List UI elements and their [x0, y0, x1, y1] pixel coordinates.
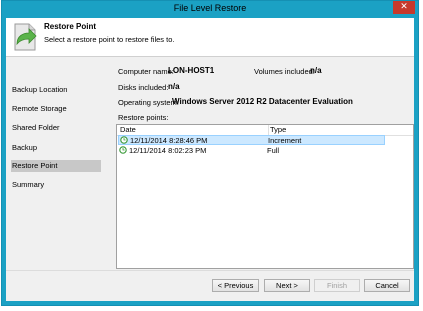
operating-system-label: Operating system: [118, 98, 179, 107]
restore-point-type: Full [267, 146, 280, 155]
nav-item-remote-storage[interactable]: Remote Storage [11, 103, 101, 115]
nav-item-backup-location[interactable]: Backup Location [11, 84, 101, 96]
window-title: File Level Restore [173, 3, 247, 13]
volumes-included-value: n/a [310, 66, 322, 75]
restore-points-list[interactable]: Date Type 12/11/2014 8:28:46 PM Incremen… [116, 124, 414, 269]
restore-point-date: 12/11/2014 8:28:46 PM [130, 136, 208, 145]
restore-point-panel: Computer name: LON-HOST1 Volumes include… [106, 57, 414, 271]
nav-item-label: Backup Location [12, 85, 68, 94]
table-row[interactable]: 12/11/2014 8:02:23 PM Full [118, 146, 385, 156]
wizard-header: Restore Point Select a restore point to … [6, 18, 414, 57]
column-header-type[interactable]: Type [267, 125, 380, 135]
file-level-restore-window: File Level Restore ✕ Restore Point Selec… [1, 0, 419, 306]
nav-item-label: Restore Point [12, 161, 58, 170]
cancel-button[interactable]: Cancel [364, 279, 410, 292]
wizard-footer: < Previous Next > Finish Cancel [6, 270, 414, 301]
restore-arrow-icon [14, 23, 37, 51]
date-cell: 12/11/2014 8:02:23 PM [119, 146, 206, 156]
volumes-included-label: Volumes included: [254, 67, 315, 76]
nav-item-label: Shared Folder [12, 123, 60, 132]
restore-point-clock-icon [119, 146, 127, 154]
nav-item-backup[interactable]: Backup [11, 142, 101, 154]
close-icon: ✕ [400, 2, 408, 12]
restore-point-type: Increment [268, 136, 302, 145]
dialog-client-area: Restore Point Select a restore point to … [6, 18, 414, 301]
date-cell: 12/11/2014 8:28:46 PM [120, 136, 207, 146]
column-header-date[interactable]: Date [117, 125, 269, 135]
wizard-step-subtitle: Select a restore point to restore files … [44, 35, 175, 44]
computer-name-value: LON-HOST1 [168, 66, 215, 75]
nav-item-label: Backup [12, 143, 38, 152]
wizard-step-title: Restore Point [44, 22, 97, 31]
nav-item-label: Remote Storage [12, 104, 67, 113]
restore-points-label: Restore points: [118, 113, 169, 122]
disks-included-value: n/a [168, 82, 180, 91]
nav-item-label: Summary [12, 180, 45, 189]
restore-point-clock-icon [120, 136, 128, 144]
disks-included-label: Disks included: [118, 83, 169, 92]
nav-item-summary[interactable]: Summary [11, 179, 101, 191]
previous-button[interactable]: < Previous [212, 279, 259, 292]
wizard-steps-nav: Backup Location Remote Storage Shared Fo… [6, 57, 102, 271]
operating-system-value: Windows Server 2012 R2 Datacenter Evalua… [172, 97, 353, 106]
nav-item-shared-folder[interactable]: Shared Folder [11, 122, 101, 134]
computer-name-label: Computer name: [118, 67, 174, 76]
table-row[interactable]: 12/11/2014 8:28:46 PM Increment [118, 135, 385, 145]
close-button[interactable]: ✕ [393, 1, 415, 14]
nav-item-restore-point[interactable]: Restore Point [11, 160, 101, 172]
finish-button[interactable]: Finish [314, 279, 360, 292]
restore-point-date: 12/11/2014 8:02:23 PM [129, 146, 207, 155]
next-button[interactable]: Next > [264, 279, 310, 292]
window-titlebar[interactable]: File Level Restore ✕ [2, 1, 418, 18]
